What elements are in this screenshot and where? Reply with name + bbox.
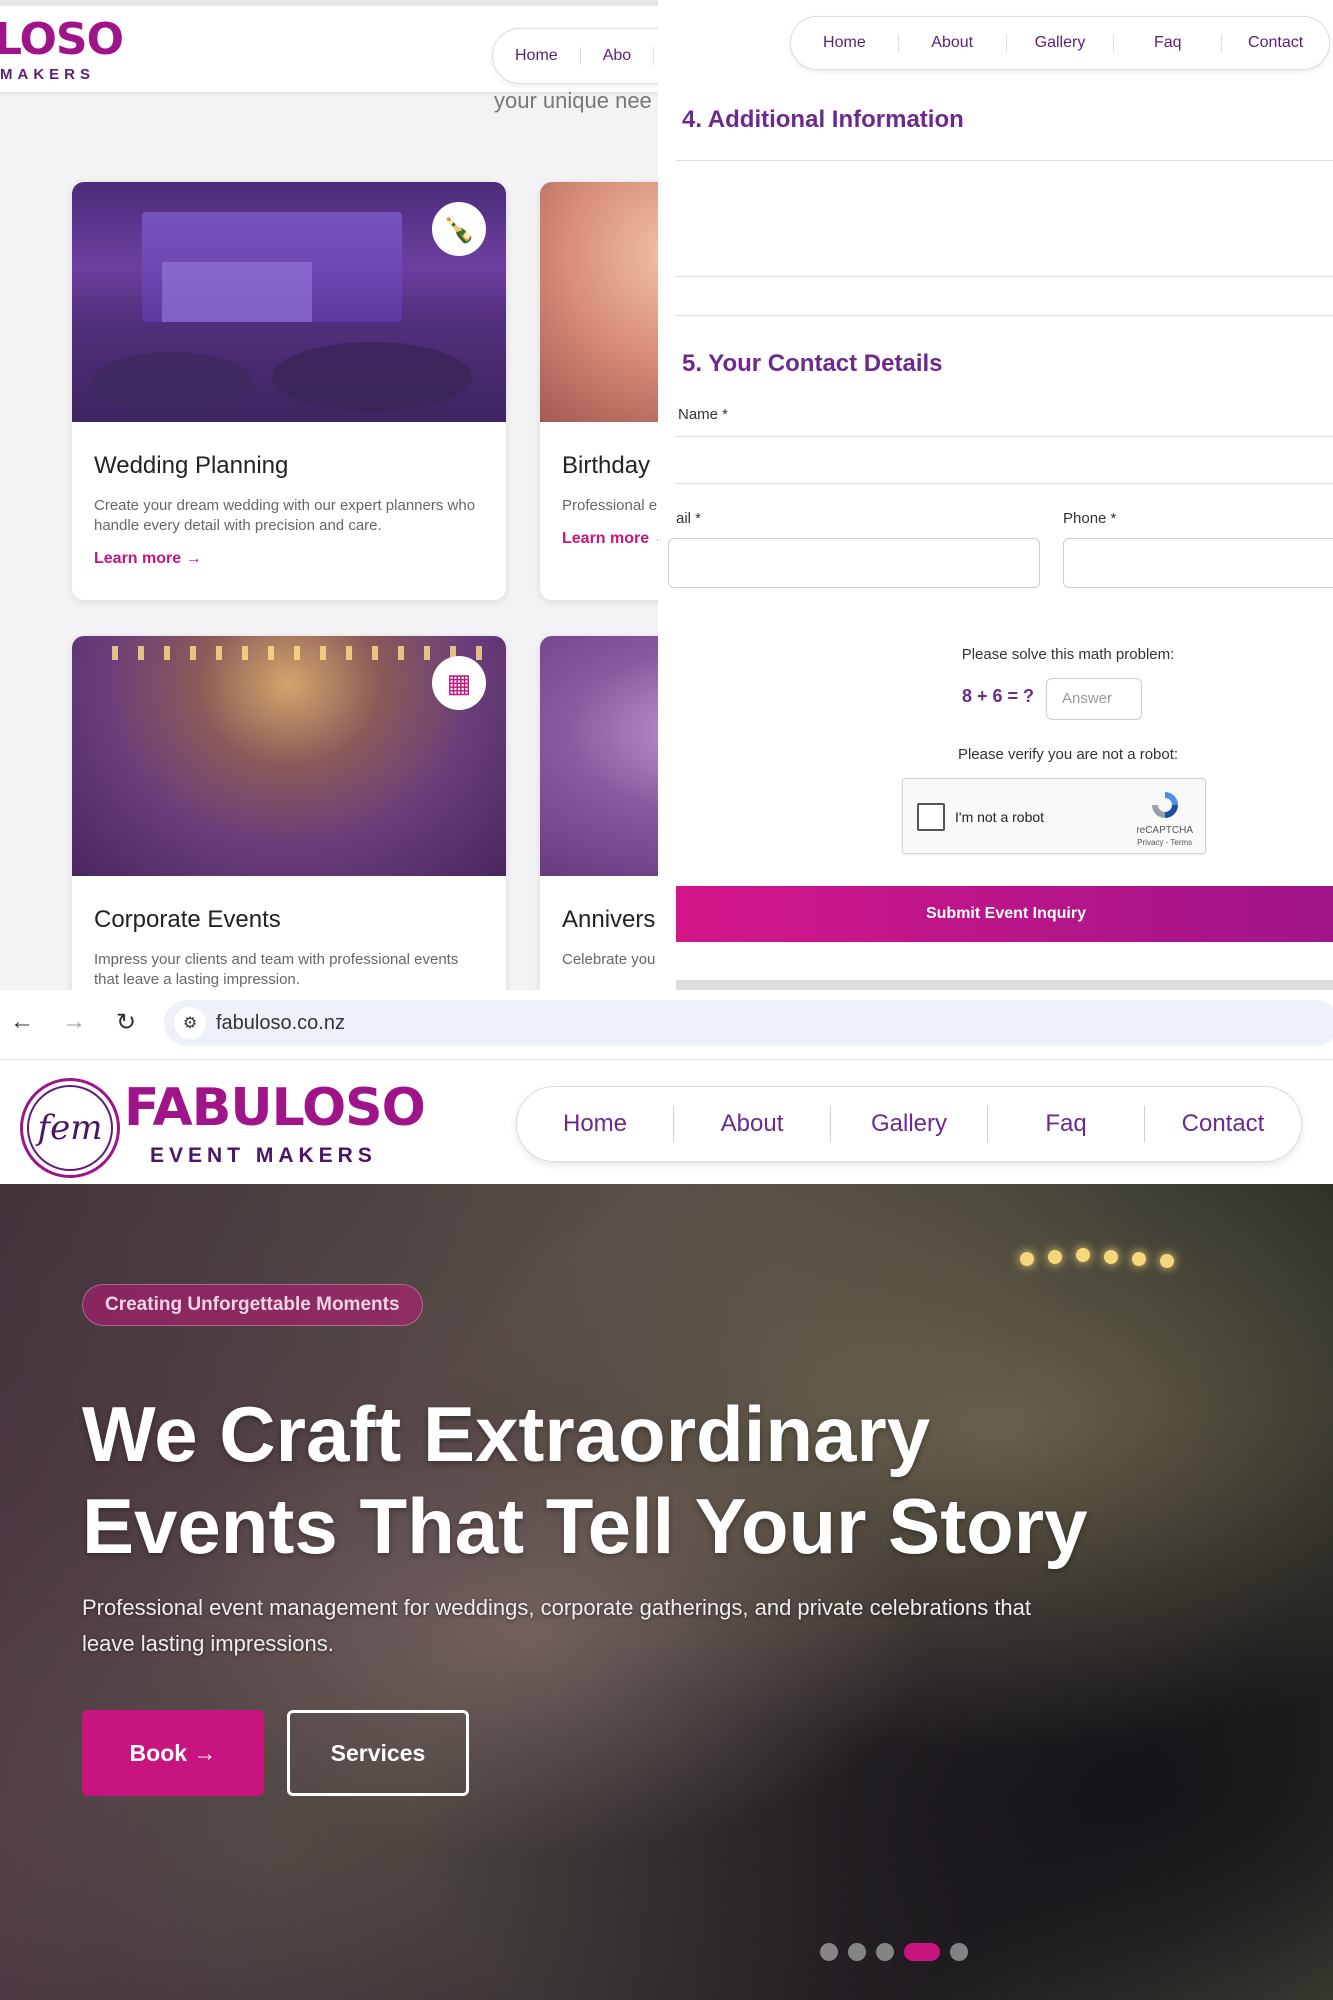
divider [676,980,1333,990]
logo-tagline: EVENT MAKERS [150,1144,377,1167]
champagne-glasses-icon: 🍾 [432,202,486,256]
divider [676,315,1333,316]
recaptcha-checkbox[interactable] [917,803,945,831]
card-description: Celebrate you personalized [562,951,658,968]
name-field[interactable] [676,483,1333,484]
anniversary-confetti-image [540,636,658,876]
card-title: Wedding Planning [94,452,289,479]
phone-label: Phone * [1063,510,1117,527]
forward-arrow-icon[interactable]: → [58,1008,90,1036]
recaptcha-brand: reCAPTCHA Privacy - Terms [1136,825,1193,849]
logo-wordmark[interactable]: FABULOSO [124,1082,426,1134]
math-prompt: Please solve this math problem: [961,646,1175,663]
recaptcha-privacy-terms-link[interactable]: Privacy - Terms [1136,837,1193,849]
services-header: LOSO MAKERS Home Abo [0,0,658,92]
birthday-balloons-image [540,182,658,422]
textarea-bottom-border[interactable] [676,276,1333,277]
browser-toolbar: ← → ↻ ⚙ fabuloso.co.nz [0,990,1333,1060]
section-additional-info-title: 4. Additional Information [682,106,964,133]
divider [676,160,1333,161]
nav-contact[interactable]: Contact [1145,1106,1301,1142]
service-card-wedding[interactable]: 🍾 Wedding Planning Create your dream wed… [72,182,506,600]
phone-field[interactable] [1063,538,1333,588]
carousel-dot-4[interactable] [904,1943,940,1961]
card-description: Impress your clients and team with profe… [94,951,459,988]
card-description: Create your dream wedding with our exper… [94,497,476,534]
math-question: 8 + 6 = ? [962,686,1035,706]
robot-prompt: Please verify you are not a robot: [957,746,1179,763]
nav-home[interactable]: Home [517,1106,674,1142]
math-answer-input[interactable]: Answer [1046,678,1142,720]
corporate-party-image: ▦ [72,636,506,876]
services-nav: Home Abo [492,28,658,84]
nav-gallery[interactable]: Gallery [1007,34,1115,52]
inquiry-form-panel: Home About Gallery Faq Contact 4. Additi… [658,0,1333,990]
carousel-dot-2[interactable] [848,1943,866,1961]
hero-badge: Creating Unforgettable Moments [82,1284,423,1326]
services-intro-text: your unique nee [494,88,652,113]
logo-tagline: MAKERS [0,66,96,83]
back-arrow-icon[interactable]: ← [6,1008,38,1036]
learn-more-link[interactable]: Learn more → [94,550,484,568]
nav-faq[interactable]: Faq [988,1106,1145,1142]
card-description: Professional e with unforgett [562,497,658,514]
building-icon: ▦ [432,656,486,710]
nav-about[interactable]: About [674,1106,831,1142]
recaptcha-logo-icon [1152,792,1178,818]
recaptcha-widget: I'm not a robot reCAPTCHA Privacy - Term… [902,778,1206,854]
nav-home[interactable]: Home [493,47,581,65]
recaptcha-label: I'm not a robot [955,809,1045,825]
hero-title: We Craft Extraordinary Events That Tell … [82,1390,1088,1570]
carousel-dots [820,1942,968,1962]
wedding-venue-image: 🍾 [72,182,506,422]
carousel-dot-1[interactable] [820,1943,838,1961]
service-card-birthday[interactable]: Birthday Professional e with unforgett L… [540,182,658,600]
section-contact-details-title: 5. Your Contact Details [682,350,943,377]
carousel-dot-5[interactable] [950,1943,968,1961]
nav-contact[interactable]: Contact [1222,34,1329,52]
hero-section: Creating Unforgettable Moments We Craft … [0,1184,1333,2000]
email-field[interactable] [668,538,1040,588]
divider [676,436,1333,437]
site-settings-icon[interactable]: ⚙ [174,1007,206,1039]
hero-description: Professional event management for weddin… [82,1595,1032,1656]
service-card-corporate[interactable]: ▦ Corporate Events Impress your clients … [72,636,506,990]
arrow-right-icon: → [193,1740,217,1766]
string-lights [1020,1248,1320,1268]
services-panel: LOSO MAKERS Home Abo your unique nee 🍾 W… [0,0,658,990]
nav-faq[interactable]: Faq [1114,34,1223,52]
site-header: fem FABULOSO EVENT MAKERS Home About Gal… [0,1060,1333,1184]
email-label: ail * [676,510,702,527]
main-nav: Home About Gallery Faq Contact [516,1086,1302,1162]
nav-home[interactable]: Home [791,34,899,52]
arrow-right-icon: → [185,550,202,567]
carousel-dot-3[interactable] [876,1943,894,1961]
card-title: Annivers [562,906,656,933]
nav-about[interactable]: About [899,34,1007,52]
card-title: Birthday [562,452,651,479]
logo-mark: fem [37,1108,103,1148]
reload-icon[interactable]: ↻ [110,1008,142,1037]
service-card-anniversary[interactable]: Annivers Celebrate you personalized [540,636,658,990]
book-button[interactable]: Book → [82,1710,264,1796]
services-button[interactable]: Services [287,1710,469,1796]
submit-inquiry-button[interactable]: Submit Event Inquiry [676,886,1333,942]
logo-emblem[interactable]: fem [20,1078,120,1178]
nav-gallery[interactable]: Gallery [831,1106,988,1142]
url-text: fabuloso.co.nz [216,1012,345,1034]
learn-more-link[interactable]: Learn more → [562,530,658,548]
name-label: Name * [678,406,729,423]
form-nav: Home About Gallery Faq Contact [790,16,1330,70]
card-title: Corporate Events [94,906,281,933]
address-bar[interactable]: ⚙ fabuloso.co.nz [164,1000,1333,1046]
logo-wordmark[interactable]: LOSO [0,18,124,62]
nav-about[interactable]: Abo [581,47,655,65]
